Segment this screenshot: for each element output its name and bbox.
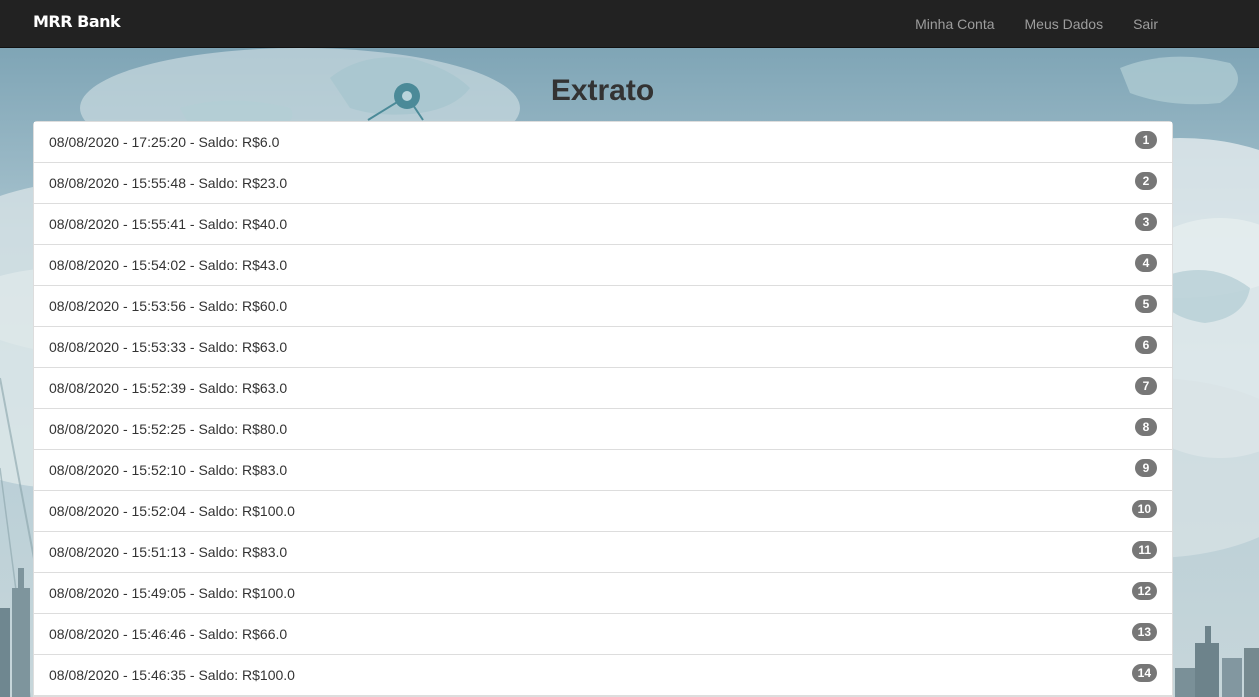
nav-minha-conta[interactable]: Minha Conta xyxy=(915,16,994,32)
statement-entry: 08/08/2020 - 15:46:46 - Saldo: R$66.0 xyxy=(49,626,288,642)
page-title: Extrato xyxy=(550,74,655,107)
list-item: 08/08/2020 - 15:51:13 - Saldo: R$83.0 11 xyxy=(34,532,1172,573)
list-item: 08/08/2020 - 15:54:02 - Saldo: R$43.0 4 xyxy=(34,245,1172,286)
list-item: 08/08/2020 - 15:52:39 - Saldo: R$63.0 7 xyxy=(34,368,1172,409)
statement-list: 08/08/2020 - 17:25:20 - Saldo: R$6.0 1 0… xyxy=(33,121,1173,697)
statement-entry: 08/08/2020 - 15:46:35 - Saldo: R$100.0 xyxy=(49,667,295,683)
entry-badge: 14 xyxy=(1131,664,1157,682)
statement-entry: 08/08/2020 - 15:52:10 - Saldo: R$83.0 xyxy=(49,462,288,478)
entry-badge: 4 xyxy=(1135,254,1157,272)
statement-entry: 08/08/2020 - 15:54:02 - Saldo: R$43.0 xyxy=(49,257,288,273)
list-item: 08/08/2020 - 15:52:04 - Saldo: R$100.0 1… xyxy=(34,491,1172,532)
list-item: 08/08/2020 - 15:53:56 - Saldo: R$60.0 5 xyxy=(34,286,1172,327)
statement-entry: 08/08/2020 - 15:51:13 - Saldo: R$83.0 xyxy=(49,544,288,560)
list-item: 08/08/2020 - 15:46:35 - Saldo: R$100.0 1… xyxy=(34,655,1172,696)
statement-entry: 08/08/2020 - 15:55:41 - Saldo: R$40.0 xyxy=(49,216,288,232)
statement-entry: 08/08/2020 - 15:53:56 - Saldo: R$60.0 xyxy=(49,298,288,314)
list-item: 08/08/2020 - 15:55:48 - Saldo: R$23.0 2 xyxy=(34,163,1172,204)
list-item: 08/08/2020 - 15:52:10 - Saldo: R$83.0 9 xyxy=(34,450,1172,491)
statement-entry: 08/08/2020 - 15:52:25 - Saldo: R$80.0 xyxy=(49,421,288,437)
nav-sair[interactable]: Sair xyxy=(1133,16,1158,32)
brand-logo[interactable]: MRR Bank xyxy=(33,12,121,31)
entry-badge: 10 xyxy=(1131,500,1157,518)
statement-entry: 08/08/2020 - 15:53:33 - Saldo: R$63.0 xyxy=(49,339,288,355)
list-item: 08/08/2020 - 15:46:46 - Saldo: R$66.0 13 xyxy=(34,614,1172,655)
nav-links: Minha Conta Meus Dados Sair xyxy=(915,0,1158,48)
entry-badge: 1 xyxy=(1135,131,1157,149)
list-item: 08/08/2020 - 15:53:33 - Saldo: R$63.0 6 xyxy=(34,327,1172,368)
entry-badge: 12 xyxy=(1131,582,1157,600)
list-item: 08/08/2020 - 15:49:05 - Saldo: R$100.0 1… xyxy=(34,573,1172,614)
list-item: 08/08/2020 - 15:55:41 - Saldo: R$40.0 3 xyxy=(34,204,1172,245)
statement-entry: 08/08/2020 - 15:52:39 - Saldo: R$63.0 xyxy=(49,380,288,396)
list-item: 08/08/2020 - 17:25:20 - Saldo: R$6.0 1 xyxy=(34,122,1172,163)
entry-badge: 13 xyxy=(1131,623,1157,641)
statement-entry: 08/08/2020 - 15:52:04 - Saldo: R$100.0 xyxy=(49,503,295,519)
entry-badge: 2 xyxy=(1135,172,1157,190)
entry-badge: 7 xyxy=(1135,377,1157,395)
entry-badge: 6 xyxy=(1135,336,1157,354)
entry-badge: 3 xyxy=(1135,213,1157,231)
entry-badge: 11 xyxy=(1132,541,1157,559)
entry-badge: 8 xyxy=(1135,418,1157,436)
navbar: MRR Bank Minha Conta Meus Dados Sair xyxy=(0,0,1259,48)
entry-badge: 5 xyxy=(1135,295,1157,313)
statement-entry: 08/08/2020 - 15:49:05 - Saldo: R$100.0 xyxy=(49,585,295,601)
list-item: 08/08/2020 - 15:52:25 - Saldo: R$80.0 8 xyxy=(34,409,1172,450)
statement-entry: 08/08/2020 - 15:55:48 - Saldo: R$23.0 xyxy=(49,175,288,191)
nav-meus-dados[interactable]: Meus Dados xyxy=(1025,16,1104,32)
entry-badge: 9 xyxy=(1135,459,1157,477)
statement-entry: 08/08/2020 - 17:25:20 - Saldo: R$6.0 xyxy=(49,134,280,150)
